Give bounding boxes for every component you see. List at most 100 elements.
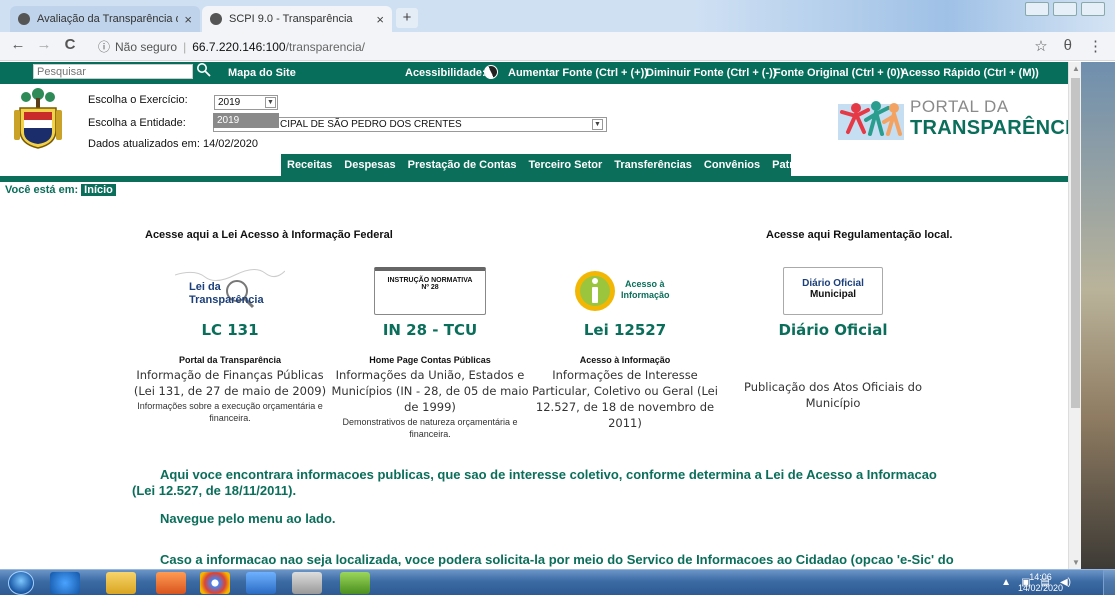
intro-paragraph: Aqui voce encontrara informacoes publica… — [132, 467, 937, 498]
browser-tabstrip: Avaliação da Transparência dos M × SCPI … — [0, 0, 1115, 32]
ie-icon[interactable] — [50, 572, 80, 594]
tab-title: SCPI 9.0 - Transparência — [229, 13, 353, 25]
tab-scpi[interactable]: SCPI 9.0 - Transparência × — [202, 6, 392, 32]
breadcrumb-label: Você está em: — [5, 184, 79, 196]
card-small-title: Acesso à Informação — [579, 355, 671, 365]
breadcrumb-home-link[interactable]: Início — [81, 184, 116, 196]
not-secure-label: Não seguro — [115, 39, 178, 54]
scroll-down-icon[interactable]: ▼ — [1072, 558, 1080, 567]
desktop-wallpaper — [1081, 62, 1115, 569]
close-tab-icon[interactable]: × — [184, 12, 192, 27]
reload-icon[interactable]: C — [60, 36, 80, 53]
card-code[interactable]: Lei 12527 — [525, 321, 725, 339]
accessibility-label: Acessibilidade: — [405, 67, 486, 79]
diario-logo-line2: Municipal — [809, 289, 857, 300]
menu-despesas[interactable]: Despesas — [338, 159, 401, 171]
card-description: Informações da União, Estados e Municípi… — [331, 368, 529, 414]
card-description: Publicação dos Atos Oficiais do Municípi… — [743, 380, 923, 410]
profile-icon[interactable]: θ — [1064, 37, 1072, 55]
lei-logo-line1: Lei da — [189, 281, 221, 293]
taskbar-clock[interactable]: 14:06 14/02/2020 — [1018, 572, 1063, 594]
vertical-scrollbar[interactable]: ▲ ▼ — [1068, 62, 1081, 569]
acesso-informacao-logo[interactable]: Acesso à Informação — [565, 267, 685, 315]
menu-patrimonio[interactable]: Patrimônio — [766, 159, 835, 171]
close-tab-icon[interactable]: × — [376, 12, 384, 27]
close-window-icon[interactable] — [1081, 2, 1105, 16]
card-code[interactable]: IN 28 - TCU — [330, 321, 530, 339]
acesso-logo-line2: Informação — [621, 290, 670, 300]
menu-transferencias[interactable]: Transferências — [608, 159, 698, 171]
minimize-icon[interactable] — [1025, 2, 1049, 16]
increase-font-link[interactable]: Aumentar Fonte (Ctrl + (+)) — [508, 67, 648, 79]
year-dropdown-option[interactable]: 2019 — [213, 113, 279, 128]
in-logo-line2: Nº 28 — [421, 284, 439, 291]
portal-transparencia-logo[interactable]: PORTAL DA TRANSPARÊNCIA — [838, 94, 1068, 144]
screen: Avaliação da Transparência dos M × SCPI … — [0, 0, 1115, 595]
local-section-title: Acesse aqui Regulamentação local. — [766, 229, 953, 241]
chrome-icon[interactable] — [200, 572, 230, 594]
esic-paragraph: Caso a informacao nao seja localizada, v… — [160, 552, 954, 567]
scrollbar-thumb[interactable] — [1071, 78, 1080, 408]
year-select[interactable]: 2019 ▼ — [214, 95, 278, 110]
card-extra: Demonstrativos de natureza orçamentária … — [342, 417, 518, 439]
menu-convenios[interactable]: Convênios — [698, 159, 766, 171]
url-host: 66.7.220.146:100 — [192, 39, 286, 54]
maximize-icon[interactable] — [1053, 2, 1077, 16]
card-code[interactable]: LC 131 — [130, 321, 330, 339]
url-separator: | — [183, 39, 187, 54]
year-label: Escolha o Exercício: — [88, 94, 188, 106]
site-map-link[interactable]: Mapa do Site — [228, 67, 296, 79]
url-path: /transparencia/ — [285, 39, 365, 54]
in-logo-line1: INSTRUÇÃO NORMATIVA — [387, 277, 473, 284]
document-icon[interactable] — [246, 572, 276, 594]
browser-menu-icon[interactable]: ⋮ — [1088, 37, 1103, 55]
chevron-down-icon[interactable]: ▼ — [265, 97, 276, 108]
address-bar: ← → C ⓘ Não seguro | 66.7.220.146:100 /t… — [0, 32, 1115, 61]
tab-avaliacao[interactable]: Avaliação da Transparência dos M × — [10, 6, 200, 32]
scroll-up-icon[interactable]: ▲ — [1072, 64, 1080, 73]
original-font-link[interactable]: Fonte Original (Ctrl + (0)) — [774, 67, 904, 79]
search-icon[interactable] — [196, 62, 212, 78]
menu-prestacao-contas[interactable]: Prestação de Contas — [402, 159, 523, 171]
start-button-icon[interactable] — [8, 571, 34, 595]
card-lc131: Lei da Transparência LC 131 Portal da Tr… — [130, 267, 330, 424]
entity-value: CIPAL DE SÃO PEDRO DOS CRENTES — [280, 119, 462, 130]
media-player-icon[interactable] — [156, 572, 186, 594]
show-desktop-button[interactable] — [1103, 570, 1115, 595]
quick-access-link[interactable]: Acesso Rápido (Ctrl + (M)) — [901, 67, 1039, 79]
card-small-title: Home Page Contas Públicas — [369, 355, 491, 365]
info-icon — [575, 271, 615, 311]
info-icon[interactable]: ⓘ — [98, 38, 110, 55]
paint-icon[interactable] — [292, 572, 322, 594]
card-code[interactable]: Diário Oficial — [733, 321, 933, 339]
lei-transparencia-logo[interactable]: Lei da Transparência — [175, 267, 285, 315]
back-icon[interactable]: ← — [8, 36, 28, 53]
new-tab-button[interactable]: + — [396, 8, 418, 28]
menu-terceiro-setor[interactable]: Terceiro Setor — [522, 159, 608, 171]
chevron-down-icon[interactable]: ▼ — [592, 119, 603, 130]
explorer-folder-icon[interactable] — [106, 572, 136, 594]
instrucao-normativa-logo[interactable]: INSTRUÇÃO NORMATIVA Nº 28 — [374, 267, 486, 315]
menu-receitas[interactable]: Receitas — [281, 159, 338, 171]
breadcrumb: Você está em: Início — [5, 184, 116, 196]
forward-icon[interactable]: → — [34, 36, 54, 53]
clock-date: 14/02/2020 — [1017, 583, 1063, 593]
people-icon — [838, 101, 904, 140]
window-controls — [1025, 2, 1105, 16]
acesso-logo-line1: Acesso à — [625, 279, 665, 289]
bookmark-star-icon[interactable]: ☆ — [1034, 37, 1047, 55]
tray-arrow-icon[interactable]: ▲ — [1001, 577, 1011, 588]
navigation-paragraph: Navegue pelo menu ao lado. — [160, 511, 336, 526]
clock-time: 14:06 — [1029, 572, 1052, 582]
url-field[interactable]: ⓘ Não seguro | 66.7.220.146:100 /transpa… — [98, 36, 998, 57]
app-icon[interactable] — [340, 572, 370, 594]
chrome-favicon-icon — [18, 13, 30, 25]
search-input[interactable] — [33, 64, 193, 79]
diario-oficial-logo[interactable]: Diário Oficial Municipal — [783, 267, 883, 315]
diario-logo-line1: Diário Oficial — [802, 278, 864, 289]
windows-taskbar: ▲ ▣ ▤ ◀) 14:06 14/02/2020 — [0, 569, 1115, 595]
decrease-font-link[interactable]: Diminuir Fonte (Ctrl + (-)) — [646, 67, 776, 79]
address-actions: ☆ θ ⋮ — [1034, 37, 1103, 55]
top-accessibility-bar: Mapa do Site Acessibilidade: Aumentar Fo… — [0, 62, 1068, 84]
tab-title: Avaliação da Transparência dos M — [37, 13, 178, 25]
